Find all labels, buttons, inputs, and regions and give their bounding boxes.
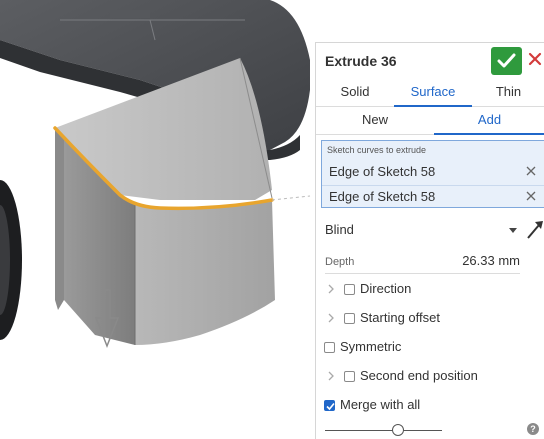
- selection-hint: Sketch curves to extrude: [327, 145, 427, 155]
- starting-offset-option[interactable]: Starting offset: [316, 307, 544, 329]
- feature-title: Extrude 36: [325, 53, 397, 69]
- depth-field[interactable]: Depth 26.33 mm: [316, 251, 544, 274]
- slider-handle[interactable]: [391, 424, 404, 436]
- chevron-down-icon: [509, 228, 517, 233]
- selection-item-label: Edge of Sketch 58: [329, 164, 436, 179]
- help-icon[interactable]: ?: [527, 423, 539, 435]
- tab-new[interactable]: New: [316, 107, 434, 135]
- selection-field[interactable]: Sketch curves to extrude Edge of Sketch …: [321, 140, 544, 208]
- symmetric-option[interactable]: Symmetric: [316, 336, 544, 358]
- second-end-checkbox[interactable]: [344, 371, 355, 382]
- tab-thin[interactable]: Thin: [472, 79, 544, 107]
- depth-underline: [325, 273, 520, 274]
- selection-item-label: Edge of Sketch 58: [329, 189, 436, 204]
- symmetric-label: Symmetric: [340, 339, 402, 354]
- merge-option[interactable]: Merge with all: [316, 394, 544, 416]
- chevron-right-icon[interactable]: [328, 284, 334, 294]
- extrude-dialog: Extrude 36 Solid Surface Thin New Add Sk…: [315, 42, 544, 439]
- second-end-label: Second end position: [360, 368, 478, 383]
- starting-offset-checkbox[interactable]: [344, 313, 355, 324]
- direction-label: Direction: [360, 281, 412, 296]
- accept-button[interactable]: [491, 47, 522, 75]
- end-type-value: Blind: [325, 222, 354, 237]
- second-end-option[interactable]: Second end position: [316, 365, 544, 387]
- chevron-right-icon[interactable]: [328, 371, 334, 381]
- checkmark-icon: [326, 402, 335, 411]
- tab-solid[interactable]: Solid: [316, 79, 394, 107]
- dialog-header: Extrude 36: [316, 43, 544, 79]
- merge-checkbox[interactable]: [324, 400, 335, 411]
- slider-track: [325, 430, 442, 431]
- extrude-type-tabs: Solid Surface Thin: [316, 79, 544, 107]
- opposite-direction-icon[interactable]: [526, 220, 544, 240]
- checkmark-icon: [497, 53, 516, 68]
- operation-tabs: New Add: [316, 107, 544, 135]
- chevron-right-icon[interactable]: [328, 313, 334, 323]
- merge-label: Merge with all: [340, 397, 421, 412]
- selection-item[interactable]: Edge of Sketch 58: [322, 161, 544, 183]
- tab-add[interactable]: Add: [434, 107, 544, 135]
- starting-offset-label: Starting offset: [360, 310, 440, 325]
- symmetric-checkbox[interactable]: [324, 342, 335, 353]
- direction-checkbox[interactable]: [344, 284, 355, 295]
- direction-option[interactable]: Direction: [316, 278, 544, 300]
- merge-scope-slider[interactable]: ?: [316, 421, 544, 439]
- cancel-button[interactable]: [527, 51, 543, 67]
- end-type-dropdown[interactable]: Blind: [316, 219, 544, 243]
- close-icon: [528, 52, 542, 66]
- depth-label: Depth: [325, 256, 355, 268]
- selection-item[interactable]: Edge of Sketch 58: [322, 185, 544, 207]
- remove-icon[interactable]: [525, 165, 537, 177]
- remove-icon[interactable]: [525, 190, 537, 202]
- tab-surface[interactable]: Surface: [394, 79, 472, 107]
- depth-value[interactable]: 26.33 mm: [462, 253, 520, 268]
